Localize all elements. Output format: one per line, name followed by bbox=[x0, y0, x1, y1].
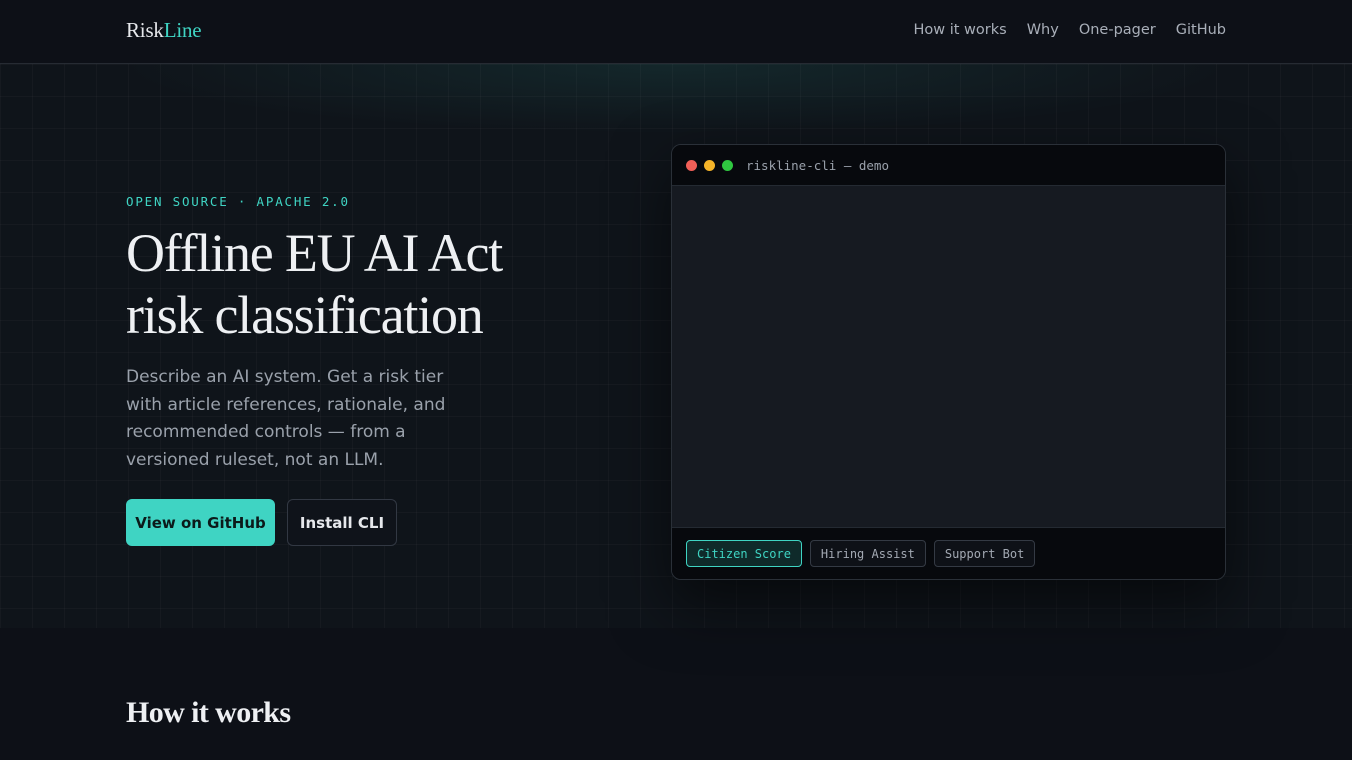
nav-link-github[interactable]: GitHub bbox=[1176, 22, 1226, 38]
scenario-tab-hiring-assist[interactable]: Hiring Assist bbox=[809, 540, 926, 567]
terminal-demo-window: riskline-cli — demo Citizen Score Hiring… bbox=[671, 144, 1226, 580]
nav-links: How it works Why One-pager GitHub bbox=[913, 22, 1226, 38]
hero-section: OPEN SOURCE · APACHE 2.0 Offline EU AI A… bbox=[0, 64, 1352, 628]
terminal-title: riskline-cli — demo bbox=[746, 158, 889, 173]
logo-text: Risk bbox=[126, 18, 164, 42]
nav-link-one-pager[interactable]: One-pager bbox=[1079, 22, 1156, 38]
top-nav: RiskLine How it works Why One-pager GitH… bbox=[0, 0, 1352, 64]
brand-logo[interactable]: RiskLine bbox=[126, 18, 202, 43]
how-it-works-heading: How it works bbox=[126, 696, 291, 729]
scenario-tab-citizen-score[interactable]: Citizen Score bbox=[686, 540, 802, 567]
terminal-output bbox=[672, 186, 1225, 527]
install-cli-button[interactable]: Install CLI bbox=[287, 499, 397, 546]
window-maximize-dot-icon bbox=[722, 160, 733, 171]
window-close-dot-icon bbox=[686, 160, 697, 171]
nav-link-how-it-works[interactable]: How it works bbox=[913, 22, 1006, 38]
terminal-scenario-tabs: Citizen Score Hiring Assist Support Bot bbox=[672, 527, 1225, 579]
window-minimize-dot-icon bbox=[704, 160, 715, 171]
terminal-titlebar: riskline-cli — demo bbox=[672, 145, 1225, 186]
nav-link-why[interactable]: Why bbox=[1027, 22, 1059, 38]
scenario-tab-support-bot[interactable]: Support Bot bbox=[933, 540, 1036, 567]
hero-eyebrow: OPEN SOURCE · APACHE 2.0 bbox=[126, 194, 350, 209]
view-on-github-button[interactable]: View on GitHub bbox=[126, 499, 275, 546]
logo-accent-text: Line bbox=[163, 18, 202, 42]
hero-subtext: Describe an AI system. Get a risk tier w… bbox=[126, 367, 446, 471]
hero-headline: Offline EU AI Act risk classification bbox=[126, 223, 503, 345]
